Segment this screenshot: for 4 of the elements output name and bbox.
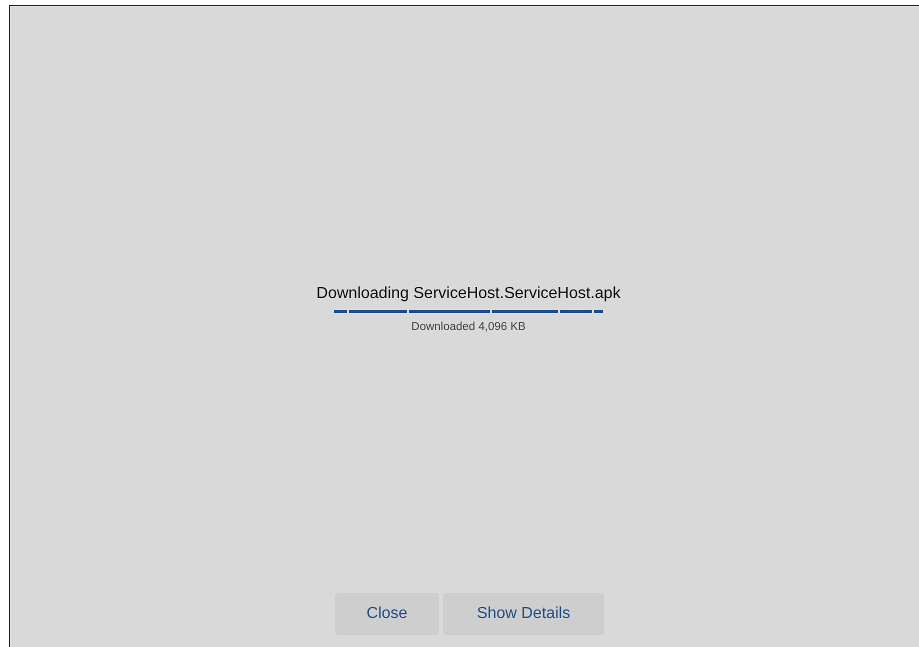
show-details-button[interactable]: Show Details <box>443 593 604 635</box>
download-status: Downloaded 4,096 KB <box>411 320 526 335</box>
download-title: Downloading ServiceHost.ServiceHost.apk <box>316 284 621 304</box>
close-button[interactable]: Close <box>335 593 439 635</box>
